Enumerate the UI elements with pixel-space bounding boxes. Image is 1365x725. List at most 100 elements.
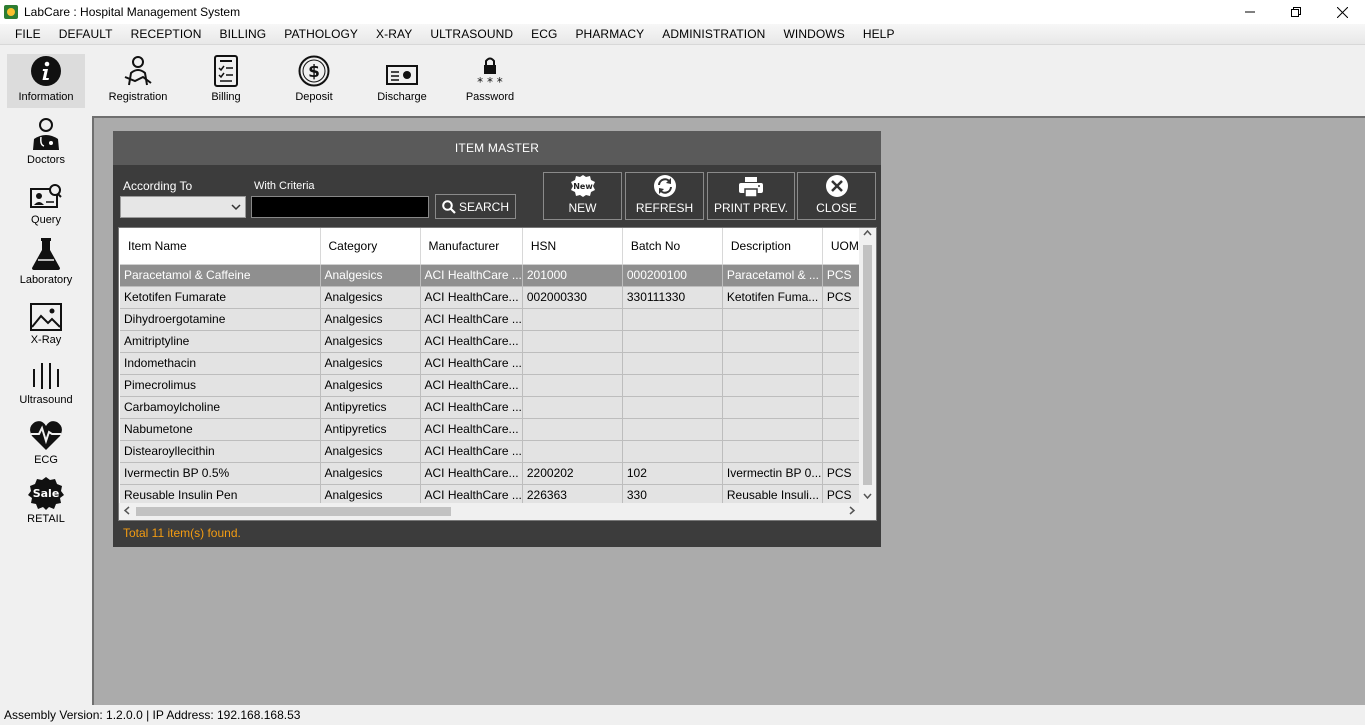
cell-manufacturer[interactable]: ACI HealthCare ... bbox=[420, 308, 523, 331]
cell-description[interactable] bbox=[722, 396, 823, 419]
cell-description[interactable] bbox=[722, 418, 823, 441]
cell-category[interactable]: Antipyretics bbox=[320, 396, 421, 419]
cell-hsn[interactable] bbox=[522, 308, 623, 331]
discharge-button[interactable]: Discharge bbox=[363, 54, 441, 108]
cell-batch-no[interactable] bbox=[622, 308, 723, 331]
cell-manufacturer[interactable]: ACI HealthCare... bbox=[420, 418, 523, 441]
billing-button[interactable]: Billing bbox=[187, 54, 265, 108]
sidebar-item-ecg[interactable]: ECG bbox=[6, 410, 86, 466]
cell-item-name[interactable]: Nabumetone bbox=[120, 418, 321, 441]
vertical-scrollbar[interactable] bbox=[859, 228, 876, 504]
cell-manufacturer[interactable]: ACI HealthCare... bbox=[420, 286, 523, 309]
cell-item-name[interactable]: Carbamoylcholine bbox=[120, 396, 321, 419]
cell-batch-no[interactable] bbox=[622, 440, 723, 463]
menu-xray[interactable]: X-RAY bbox=[367, 27, 421, 41]
cell-description[interactable] bbox=[722, 308, 823, 331]
cell-item-name[interactable]: Ivermectin BP 0.5% bbox=[120, 462, 321, 485]
refresh-button[interactable]: REFRESH bbox=[625, 172, 704, 220]
cell-category[interactable]: Analgesics bbox=[320, 286, 421, 309]
cell-hsn[interactable]: 201000 bbox=[522, 264, 623, 287]
print-preview-button[interactable]: PRINT PREV. bbox=[707, 172, 795, 220]
cell-hsn[interactable] bbox=[522, 374, 623, 397]
menu-pharmacy[interactable]: PHARMACY bbox=[566, 27, 653, 41]
cell-category[interactable]: Analgesics bbox=[320, 352, 421, 375]
cell-batch-no[interactable]: 000200100 bbox=[622, 264, 723, 287]
cell-manufacturer[interactable]: ACI HealthCare ... bbox=[420, 440, 523, 463]
cell-manufacturer[interactable]: ACI HealthCare... bbox=[420, 462, 523, 485]
table-row[interactable]: Carbamoylcholine Antipyretics ACI HealthCa… bbox=[120, 396, 868, 419]
column-header-item-name[interactable]: Item Name bbox=[120, 228, 321, 265]
cell-category[interactable]: Analgesics bbox=[320, 440, 421, 463]
menu-default[interactable]: DEFAULT bbox=[50, 27, 122, 41]
menu-reception[interactable]: RECEPTION bbox=[122, 27, 211, 41]
cell-description[interactable] bbox=[722, 440, 823, 463]
close-dialog-button[interactable]: CLOSE bbox=[797, 172, 876, 220]
cell-description[interactable]: Ivermectin BP 0... bbox=[722, 462, 823, 485]
cell-category[interactable]: Analgesics bbox=[320, 462, 421, 485]
table-row[interactable]: Dihydroergotamine Analgesics ACI HealthCar… bbox=[120, 308, 868, 331]
cell-manufacturer[interactable]: ACI HealthCare... bbox=[420, 330, 523, 353]
criteria-input[interactable] bbox=[251, 196, 429, 218]
cell-manufacturer[interactable]: ACI HealthCare ... bbox=[420, 352, 523, 375]
cell-item-name[interactable]: Dihydroergotamine bbox=[120, 308, 321, 331]
column-header-hsn[interactable]: HSN bbox=[522, 228, 623, 265]
cell-item-name[interactable]: Distearoyllecithin bbox=[120, 440, 321, 463]
scroll-right-icon[interactable] bbox=[847, 506, 856, 518]
according-to-select[interactable] bbox=[120, 196, 246, 218]
cell-hsn[interactable]: 2200202 bbox=[522, 462, 623, 485]
restore-button[interactable] bbox=[1273, 0, 1319, 24]
password-button[interactable]: * * * Password bbox=[451, 54, 529, 108]
table-row[interactable]: Pimecrolimus Analgesics ACI HealthCare... bbox=[120, 374, 868, 397]
table-row[interactable]: Paracetamol & Caffeine Analgesics ACI Heal… bbox=[120, 264, 868, 287]
vertical-scroll-thumb[interactable] bbox=[863, 245, 872, 485]
menu-administration[interactable]: ADMINISTRATION bbox=[653, 27, 774, 41]
search-button[interactable]: SEARCH bbox=[435, 194, 516, 219]
cell-manufacturer[interactable]: ACI HealthCare... bbox=[420, 374, 523, 397]
cell-batch-no[interactable] bbox=[622, 374, 723, 397]
menu-windows[interactable]: WINDOWS bbox=[774, 27, 853, 41]
registration-button[interactable]: Registration bbox=[99, 54, 177, 108]
sidebar-item-ultrasound[interactable]: Ultrasound bbox=[6, 350, 86, 406]
scroll-down-icon[interactable] bbox=[863, 491, 872, 503]
cell-batch-no[interactable]: 102 bbox=[622, 462, 723, 485]
cell-description[interactable] bbox=[722, 330, 823, 353]
table-row[interactable]: Amitriptyline Analgesics ACI HealthCare... bbox=[120, 330, 868, 353]
cell-description[interactable] bbox=[722, 352, 823, 375]
information-button[interactable]: Information bbox=[7, 54, 85, 108]
cell-item-name[interactable]: Amitriptyline bbox=[120, 330, 321, 353]
cell-batch-no[interactable] bbox=[622, 396, 723, 419]
cell-hsn[interactable] bbox=[522, 330, 623, 353]
menu-pathology[interactable]: PATHOLOGY bbox=[275, 27, 367, 41]
horizontal-scroll-thumb[interactable] bbox=[136, 507, 451, 516]
horizontal-scrollbar[interactable] bbox=[119, 503, 860, 520]
cell-hsn[interactable] bbox=[522, 396, 623, 419]
cell-category[interactable]: Analgesics bbox=[320, 308, 421, 331]
new-button[interactable]: New NEW bbox=[543, 172, 622, 220]
cell-description[interactable]: Ketotifen Fuma... bbox=[722, 286, 823, 309]
deposit-button[interactable]: $ Deposit bbox=[275, 54, 353, 108]
scroll-up-icon[interactable] bbox=[863, 229, 872, 241]
cell-hsn[interactable] bbox=[522, 418, 623, 441]
cell-hsn[interactable] bbox=[522, 440, 623, 463]
menu-help[interactable]: HELP bbox=[854, 27, 904, 41]
cell-item-name[interactable]: Ketotifen Fumarate bbox=[120, 286, 321, 309]
cell-item-name[interactable]: Indomethacin bbox=[120, 352, 321, 375]
scroll-left-icon[interactable] bbox=[123, 506, 132, 518]
cell-description[interactable] bbox=[722, 374, 823, 397]
cell-manufacturer[interactable]: ACI HealthCare ... bbox=[420, 264, 523, 287]
sidebar-item-laboratory[interactable]: Laboratory bbox=[6, 230, 86, 286]
cell-hsn[interactable] bbox=[522, 352, 623, 375]
sidebar-item-xray[interactable]: X-Ray bbox=[6, 290, 86, 346]
menu-ultrasound[interactable]: ULTRASOUND bbox=[421, 27, 522, 41]
table-row[interactable]: Indomethacin Analgesics ACI HealthCare ... bbox=[120, 352, 868, 375]
cell-batch-no[interactable] bbox=[622, 352, 723, 375]
sidebar-item-retail[interactable]: Sale RETAIL bbox=[6, 469, 86, 525]
column-header-category[interactable]: Category bbox=[320, 228, 421, 265]
sidebar-item-doctors[interactable]: Doctors bbox=[6, 110, 86, 166]
cell-item-name[interactable]: Paracetamol & Caffeine bbox=[120, 264, 321, 287]
cell-hsn[interactable]: 002000330 bbox=[522, 286, 623, 309]
table-row[interactable]: Distearoyllecithin Analgesics ACI HealthCa… bbox=[120, 440, 868, 463]
cell-batch-no[interactable]: 330111330 bbox=[622, 286, 723, 309]
cell-item-name[interactable]: Pimecrolimus bbox=[120, 374, 321, 397]
column-header-description[interactable]: Description bbox=[722, 228, 823, 265]
